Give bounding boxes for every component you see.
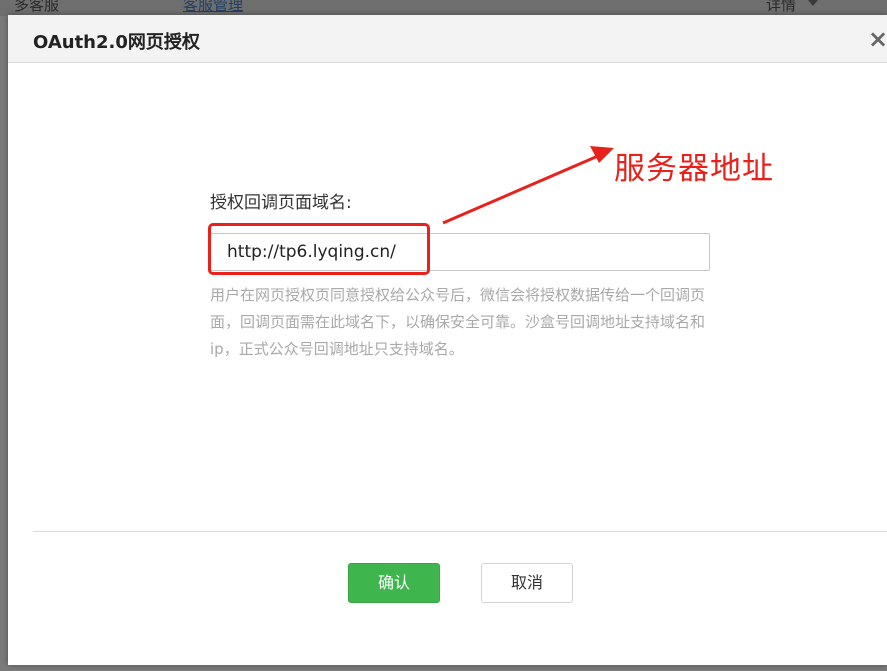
annotation-text: 服务器地址 xyxy=(614,151,774,187)
annotation-arrow-icon xyxy=(442,146,614,225)
